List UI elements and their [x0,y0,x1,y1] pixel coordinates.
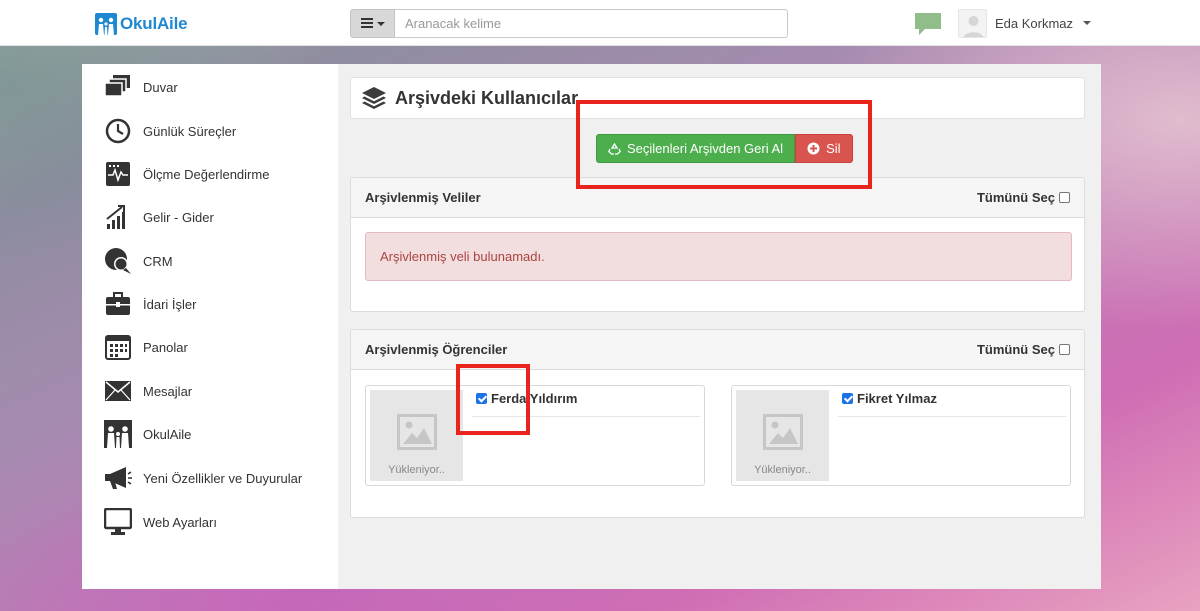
sidebar-item-idari-isler[interactable]: İdari İşler [104,289,334,319]
chevron-down-icon [1083,21,1092,25]
messages-icon[interactable] [914,12,942,36]
select-all-label: Tümünü Seç [976,190,1055,205]
page-header: Arşivdeki Kullanıcılar [350,77,1085,119]
sidebar-item-label: Gelir - Gider [143,209,214,225]
monitor-chart-icon [104,160,132,188]
sidebar-item-label: OkulAile [143,426,192,442]
delete-button-label: Sil [826,141,841,156]
search-bar [350,9,788,38]
sidebar-item-panolar[interactable]: Panolar [104,332,334,362]
action-buttons: Seçilenleri Arşivden Geri Al Sil [596,134,853,163]
student-card: Yükleniyor.. Ferda Yıldırım [365,385,705,486]
student-name: Ferda Yıldırım [491,391,578,406]
calendar-icon [104,333,132,361]
sidebar-item-label: Günlük Süreçler [143,123,237,139]
student-checkbox[interactable] [476,393,487,404]
brand-logo[interactable]: OkulAile [95,12,188,36]
main-content: Arşivdeki Kullanıcılar Seçilenleri Arşiv… [338,64,1101,589]
page-title: Arşivdeki Kullanıcılar [395,87,579,108]
brand-name: OkulAile [120,14,188,33]
sidebar-item-olcme-degerlendirme[interactable]: Ölçme Değerlendirme [104,159,334,189]
photo-loading-text: Yükleniyor.. [754,464,811,476]
family-logo-icon [95,13,117,35]
megaphone-icon [104,464,132,492]
alert-text: Arşivlenmiş veli bulunamadı. [380,249,545,264]
select-all-checkbox[interactable] [1059,344,1070,355]
desktop-icon [104,508,132,536]
select-all-parents[interactable]: Tümünü Seç [977,190,1070,205]
select-all-checkbox[interactable] [1059,192,1070,203]
photo-loading-text: Yükleniyor.. [388,464,445,476]
plus-circle-icon [807,142,820,155]
divider [838,416,1066,417]
student-photo: Yükleniyor.. [736,390,829,481]
sidebar-item-okulaile[interactable]: OkulAile [104,419,334,449]
student-card: Yükleniyor.. Fikret Yılmaz [731,385,1071,486]
empty-parents-alert: Arşivlenmiş veli bulunamadı. [365,232,1072,281]
avatar [958,8,987,38]
divider [472,416,700,417]
envelope-icon [104,377,132,405]
sidebar-item-gelir-gider[interactable]: Gelir - Gider [104,202,334,232]
sidebar-item-mesajlar[interactable]: Mesajlar [104,376,334,406]
sidebar-item-label: Ölçme Değerlendirme [143,166,270,182]
sidebar-item-label: İdari İşler [143,296,197,312]
briefcase-icon [104,290,132,318]
delete-button[interactable]: Sil [795,134,853,163]
archived-students-panel: Arşivlenmiş Öğrenciler Tümünü Seç Yüklen… [350,329,1085,518]
growth-chart-icon [104,203,132,231]
layers-icon [361,85,387,111]
select-all-students[interactable]: Tümünü Seç [977,342,1070,357]
image-placeholder-icon [763,414,803,450]
sidebar-item-duvar[interactable]: Duvar [104,72,334,102]
select-all-label: Tümünü Seç [976,342,1055,357]
sidebar-item-gunluk-surecler[interactable]: Günlük Süreçler [104,116,334,146]
student-select[interactable]: Fikret Yılmaz [842,391,937,406]
sidebar-item-label: Duvar [143,79,178,95]
user-menu[interactable]: Eda Korkmaz [958,8,1092,38]
student-checkbox[interactable] [842,393,853,404]
list-icon [360,17,373,31]
chevron-down-icon [376,21,385,26]
sidebar-item-label: Panolar [143,339,188,355]
panel-header: Arşivlenmiş Veliler Tümünü Seç [351,178,1084,218]
student-photo: Yükleniyor.. [370,390,463,481]
sidebar-item-crm[interactable]: CRM [104,246,334,276]
sidebar-item-yeni-ozellikler[interactable]: Yeni Özellikler ve Duyurular [104,463,334,493]
sidebar-item-label: Web Ayarları [143,514,217,530]
clock-icon [104,117,132,145]
archived-parents-panel: Arşivlenmiş Veliler Tümünü Seç Arşivlenm… [350,177,1085,312]
restore-from-archive-button[interactable]: Seçilenleri Arşivden Geri Al [596,134,796,163]
search-input[interactable] [395,9,788,38]
user-name: Eda Korkmaz [995,15,1074,31]
wall-icon [104,73,132,101]
recycle-icon [608,142,621,155]
search-menu-toggle[interactable] [350,9,395,38]
family-icon [104,420,132,448]
panel-header: Arşivlenmiş Öğrenciler Tümünü Seç [351,330,1084,370]
panel-title: Arşivlenmiş Veliler [365,190,481,205]
student-name: Fikret Yılmaz [857,391,937,406]
sidebar: Duvar Günlük Süreçler Ölçme Değerlendirm… [82,64,338,589]
chat-bubbles-icon [104,247,132,275]
sidebar-item-label: Mesajlar [143,383,193,399]
sidebar-item-label: Yeni Özellikler ve Duyurular [143,470,303,486]
top-navbar: OkulAile Eda Korkmaz [0,0,1200,46]
sidebar-item-web-ayarlari[interactable]: Web Ayarları [104,507,334,537]
panel-title: Arşivlenmiş Öğrenciler [365,342,508,357]
image-placeholder-icon [397,414,437,450]
student-select[interactable]: Ferda Yıldırım [476,391,577,406]
restore-button-label: Seçilenleri Arşivden Geri Al [627,141,784,156]
sidebar-item-label: CRM [143,253,173,269]
